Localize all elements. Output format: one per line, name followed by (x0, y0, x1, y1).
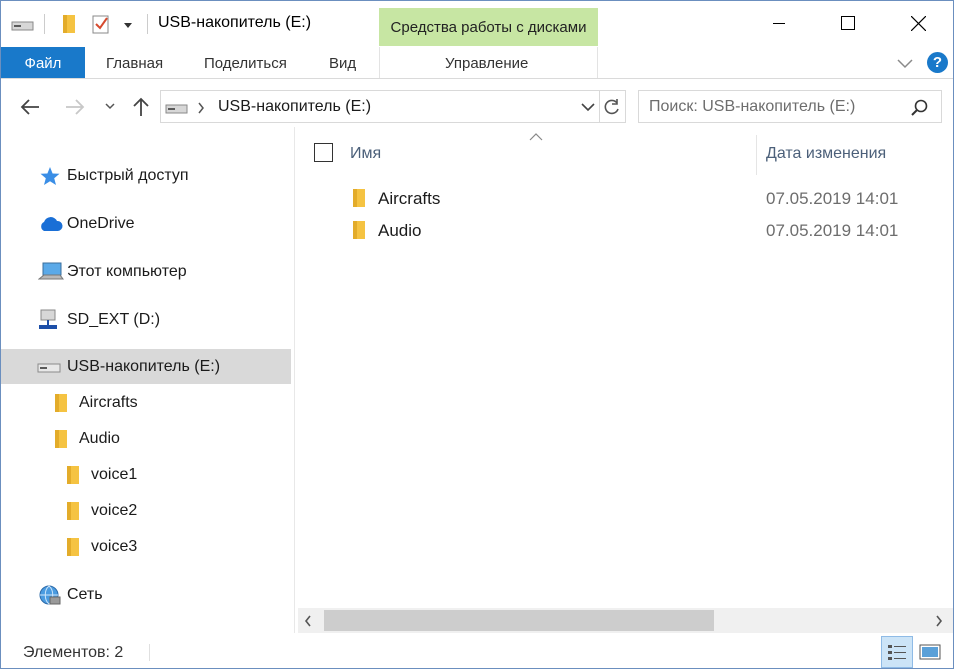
window-title: USB-накопитель (E:) (158, 14, 312, 31)
table-row[interactable]: Audio 07.05.2019 14:01 (296, 216, 936, 246)
address-dropdown-icon[interactable] (581, 103, 595, 112)
title-bar: USB-накопитель (E:) Средства работы с ди… (1, 1, 953, 47)
help-icon[interactable]: ? (927, 52, 948, 73)
forward-arrow-icon[interactable] (64, 98, 86, 116)
address-row: USB-накопитель (E:) Поиск: USB-накопител… (1, 87, 953, 127)
horizontal-scrollbar[interactable] (298, 608, 953, 633)
network-drive-icon (39, 309, 57, 329)
nav-item-label: Aircrafts (79, 394, 138, 411)
usb-drive-icon (165, 104, 188, 114)
folder-icon (55, 430, 67, 448)
refresh-button[interactable] (599, 90, 626, 123)
refresh-icon (604, 99, 619, 115)
nav-item-voice2[interactable]: voice2 (1, 493, 291, 528)
computer-icon (38, 262, 64, 280)
minimize-icon (773, 23, 785, 24)
file-name: Audio (378, 221, 422, 240)
usb-drive-icon (37, 363, 61, 373)
nav-item-label: Этот компьютер (67, 263, 187, 280)
nav-item-network[interactable]: Сеть (1, 577, 291, 612)
tab-file[interactable]: Файл (1, 47, 85, 78)
network-icon (39, 585, 61, 605)
tab-share[interactable]: Поделиться (204, 47, 287, 78)
sort-ascending-icon (529, 133, 543, 141)
tab-manage[interactable]: Управление (445, 47, 528, 78)
tab-view[interactable]: Вид (329, 47, 356, 78)
nav-item-aircrafts[interactable]: Aircrafts (1, 385, 291, 420)
folder-icon (353, 221, 365, 239)
details-view-icon (888, 645, 906, 660)
status-bar: Элементов: 2 (1, 635, 953, 669)
nav-item-label: USB-накопитель (E:) (67, 358, 221, 375)
ribbon-tabs: Файл Главная Поделиться Вид Управление ? (1, 47, 953, 79)
scroll-left-icon[interactable] (304, 615, 312, 627)
search-input[interactable]: Поиск: USB-накопитель (E:) (638, 90, 942, 123)
nav-item-label: Audio (79, 430, 120, 447)
minimize-button[interactable] (756, 1, 802, 47)
large-icons-view-button[interactable] (915, 636, 947, 668)
file-date: 07.05.2019 14:01 (766, 221, 899, 240)
star-icon (40, 167, 60, 185)
search-placeholder: Поиск: USB-накопитель (E:) (649, 98, 856, 115)
nav-item-voice3[interactable]: voice3 (1, 529, 291, 564)
drive-icon[interactable] (11, 17, 35, 33)
navigation-pane: Быстрый доступ OneDrive Этот компьютер S… (1, 127, 293, 633)
details-view-button[interactable] (881, 636, 913, 668)
folder-icon (55, 394, 67, 412)
close-icon (911, 16, 926, 31)
file-date: 07.05.2019 14:01 (766, 189, 899, 208)
address-bar[interactable]: USB-накопитель (E:) (160, 90, 600, 123)
nav-item-label: voice2 (91, 502, 138, 519)
customize-dropdown-icon[interactable] (123, 21, 133, 29)
folder-icon (67, 466, 79, 484)
pane-divider[interactable] (294, 127, 295, 633)
recent-dropdown-icon[interactable] (104, 102, 116, 110)
up-arrow-icon[interactable] (131, 96, 151, 118)
chevron-down-icon[interactable] (896, 57, 914, 69)
folder-icon (67, 538, 79, 556)
column-header-name[interactable]: Имя (350, 145, 381, 163)
folder-icon (67, 502, 79, 520)
file-list: Имя Дата изменения Aircrafts 07.05.2019 … (296, 127, 953, 607)
breadcrumb-path[interactable]: USB-накопитель (E:) (218, 98, 371, 116)
back-arrow-icon[interactable] (19, 98, 41, 116)
table-row[interactable]: Aircrafts 07.05.2019 14:01 (296, 184, 936, 214)
properties-check-icon[interactable] (91, 13, 111, 35)
breadcrumb-chevron-icon[interactable] (197, 102, 205, 114)
file-name: Aircrafts (378, 189, 441, 208)
folder-icon (353, 189, 365, 207)
context-tools-label: Средства работы с дисками (379, 8, 598, 46)
maximize-button[interactable] (825, 1, 871, 47)
nav-item-onedrive[interactable]: OneDrive (1, 206, 291, 241)
nav-item-this-pc[interactable]: Этот компьютер (1, 254, 291, 289)
nav-item-quick-access[interactable]: Быстрый доступ (1, 158, 291, 193)
large-icons-view-icon (919, 644, 941, 660)
maximize-icon (841, 16, 855, 30)
select-all-checkbox[interactable] (314, 143, 333, 162)
nav-item-sd-ext[interactable]: SD_EXT (D:) (1, 302, 291, 337)
scrollbar-thumb[interactable] (324, 610, 714, 631)
explorer-window: USB-накопитель (E:) Средства работы с ди… (0, 0, 954, 669)
cloud-icon (41, 217, 63, 231)
folder-icon[interactable] (61, 14, 77, 34)
nav-item-label: Сеть (67, 586, 103, 603)
nav-item-audio[interactable]: Audio (1, 421, 291, 456)
nav-item-voice1[interactable]: voice1 (1, 457, 291, 492)
nav-item-label: voice3 (91, 538, 138, 555)
nav-item-label: Быстрый доступ (67, 167, 189, 184)
search-icon (911, 99, 928, 116)
column-header-date[interactable]: Дата изменения (766, 145, 886, 163)
scroll-right-icon[interactable] (935, 615, 943, 627)
tab-home[interactable]: Главная (106, 47, 163, 78)
nav-item-usb-drive[interactable]: USB-накопитель (E:) (1, 349, 291, 384)
nav-item-label: voice1 (91, 466, 138, 483)
item-count: Элементов: 2 (23, 644, 124, 661)
nav-item-label: OneDrive (67, 215, 135, 232)
close-button[interactable] (895, 1, 941, 47)
nav-item-label: SD_EXT (D:) (67, 311, 161, 328)
